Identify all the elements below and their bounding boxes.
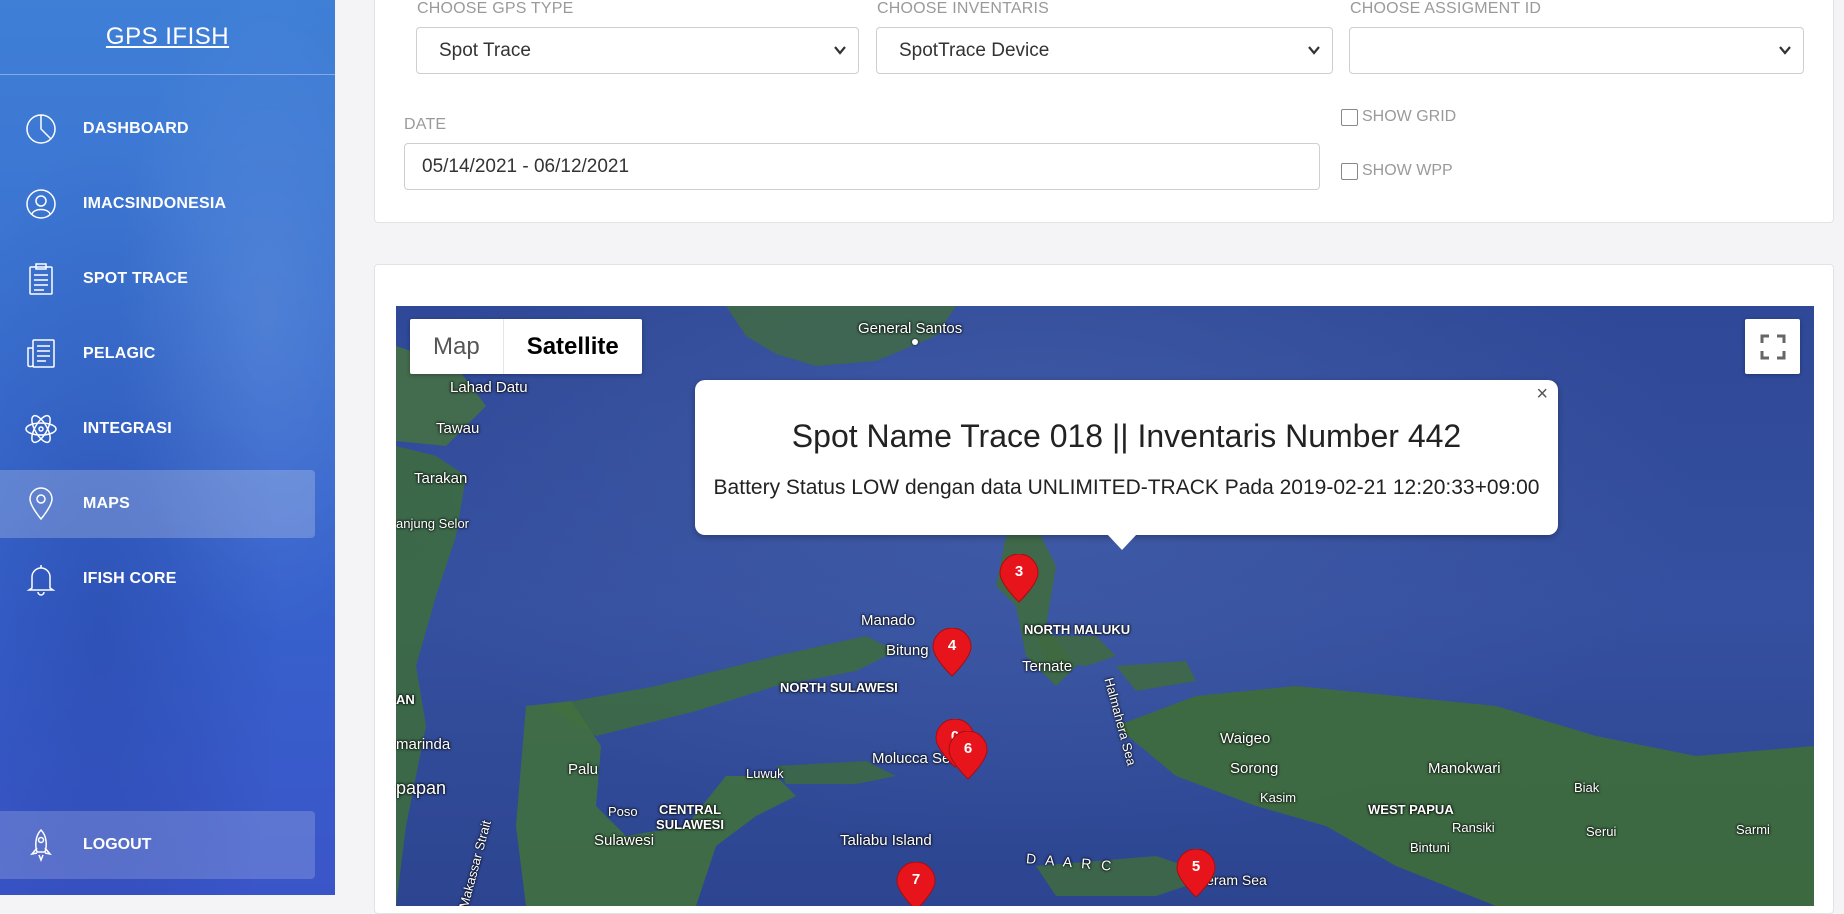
place-label: Bitung	[886, 642, 929, 659]
sidebar-item-spot-trace[interactable]: SPOT TRACE	[0, 245, 315, 313]
newspaper-icon	[24, 337, 58, 371]
sidebar-item-label: MAPS	[83, 495, 131, 512]
place-label: NORTH SULAWESI	[780, 680, 898, 695]
place-label: Ternate	[1022, 658, 1073, 675]
map-pin-icon	[24, 487, 58, 521]
info-window-title: Spot Name Trace 018 || Inventaris Number…	[791, 418, 1462, 454]
show-grid-label: SHOW GRID	[1362, 108, 1457, 125]
chevron-down-icon	[832, 42, 848, 58]
marker-label: 3	[1014, 563, 1024, 580]
place-label: papan	[396, 778, 447, 798]
date-range-input[interactable]: 05/14/2021 - 06/12/2021	[404, 143, 1320, 190]
sidebar-item-label: INTEGRASI	[83, 420, 172, 437]
pie-chart-icon	[24, 112, 58, 146]
sidebar-item-ifish-core[interactable]: IFISH CORE	[0, 545, 315, 613]
gps-type-label: CHOOSE GPS TYPE	[417, 0, 574, 17]
place-label: Tarakan	[414, 470, 468, 487]
brand-header: GPS IFISH	[0, 0, 335, 75]
map-type-satellite-button[interactable]: Satellite	[504, 319, 642, 374]
checkbox-box[interactable]	[1341, 108, 1358, 126]
sidebar-item-dashboard[interactable]: DASHBOARD	[0, 95, 315, 163]
sidebar-item-label: DASHBOARD	[83, 120, 189, 137]
rocket-icon	[24, 828, 58, 863]
checkbox-box[interactable]	[1341, 162, 1358, 180]
marker-label: 7	[911, 871, 921, 888]
show-wpp-label: SHOW WPP	[1362, 162, 1453, 179]
place-label: Sarmi	[1736, 822, 1770, 837]
chevron-down-icon	[1306, 42, 1322, 58]
map-marker[interactable]: 7	[895, 861, 937, 906]
place-label: Sorong	[1230, 760, 1279, 777]
show-grid-checkbox[interactable]: SHOW GRID	[1341, 108, 1456, 126]
satellite-map[interactable]: General Santos Lahad Datu Tawau Tarakan …	[396, 306, 1814, 906]
map-type-map-button[interactable]: Map	[410, 319, 504, 374]
sidebar-item-pelagic[interactable]: PELAGIC	[0, 320, 315, 388]
marker-label: 6	[963, 740, 973, 757]
date-label: DATE	[404, 116, 447, 133]
inventaris-value: SpotTrace Device	[899, 39, 1050, 61]
chevron-down-icon	[1777, 42, 1793, 58]
place-label: Biak	[1574, 780, 1600, 795]
sidebar-item-integrasi[interactable]: INTEGRASI	[0, 395, 315, 463]
place-label: Serui	[1586, 824, 1617, 839]
assignment-label: CHOOSE ASSIGMENT ID	[1350, 0, 1542, 17]
sidebar-item-label: SPOT TRACE	[83, 270, 189, 287]
gps-type-value: Spot Trace	[439, 39, 531, 61]
sidebar-item-maps[interactable]: MAPS	[0, 470, 315, 538]
place-label: anjung Selor	[396, 516, 469, 531]
sidebar-nav: DASHBOARD IMACSINDONESIA SPOT TRACE PELA…	[0, 75, 335, 613]
user-icon	[24, 187, 58, 221]
atom-icon	[24, 412, 58, 446]
info-window-body: Battery Status LOW dengan data UNLIMITED…	[713, 476, 1540, 499]
place-label: Sulawesi	[594, 832, 655, 849]
date-range-value: 05/14/2021 - 06/12/2021	[422, 155, 630, 177]
place-label: Luwuk	[746, 766, 784, 781]
place-label: WEST PAPUA	[1368, 802, 1454, 817]
close-icon[interactable]: ×	[1536, 383, 1548, 406]
place-label: Ransiki	[1452, 820, 1495, 835]
assignment-select[interactable]	[1349, 27, 1804, 74]
sidebar-item-label: PELAGIC	[83, 345, 156, 362]
bell-icon	[24, 562, 58, 596]
place-label: Tawau	[436, 420, 480, 437]
sidebar-item-label: IFISH CORE	[83, 570, 177, 587]
place-label: marinda	[396, 736, 451, 753]
fullscreen-button[interactable]	[1745, 319, 1800, 374]
sidebar-item-imacsindonesia[interactable]: IMACSINDONESIA	[0, 170, 315, 238]
place-label: NORTH MALUKU	[1024, 622, 1131, 637]
place-label: Taliabu Island	[840, 832, 932, 849]
map-type-control: Map Satellite	[410, 319, 642, 374]
place-dot	[912, 339, 918, 345]
place-label: Palu	[568, 761, 599, 778]
place-label: Manado	[861, 612, 916, 629]
map-marker[interactable]: 3	[998, 553, 1040, 604]
info-window: Spot Name Trace 018 || Inventaris Number…	[695, 380, 1558, 550]
sidebar-item-label: IMACSINDONESIA	[83, 195, 227, 212]
place-label: Kasim	[1260, 790, 1297, 805]
gps-type-select[interactable]: Spot Trace	[416, 27, 859, 74]
inventaris-label: CHOOSE INVENTARIS	[877, 0, 1050, 17]
place-label: Waigeo	[1220, 730, 1271, 747]
brand-link[interactable]: GPS IFISH	[106, 23, 229, 51]
show-wpp-checkbox[interactable]: SHOW WPP	[1341, 162, 1453, 180]
place-label: General Santos	[858, 320, 963, 337]
place-label: Poso	[608, 804, 638, 819]
map-marker[interactable]: 4	[931, 627, 973, 678]
place-label: CENTRAL SULAWESI	[656, 802, 724, 832]
place-label: AN	[396, 692, 415, 707]
sidebar: GPS IFISH DASHBOARD IMACSINDONESIA SPOT …	[0, 0, 335, 895]
logout-button[interactable]: LOGOUT	[0, 811, 315, 879]
logout-label: LOGOUT	[83, 836, 152, 853]
marker-label: 5	[1191, 858, 1201, 875]
map-marker[interactable]: 6	[947, 730, 989, 781]
fullscreen-icon	[1760, 334, 1785, 359]
place-label: Bintuni	[1410, 840, 1450, 855]
map-marker[interactable]: 5	[1175, 848, 1217, 899]
place-label: Lahad Datu	[450, 379, 528, 396]
marker-label: 4	[947, 637, 957, 654]
clipboard-icon	[24, 262, 58, 296]
inventaris-select[interactable]: SpotTrace Device	[876, 27, 1333, 74]
place-label: Manokwari	[1428, 760, 1501, 777]
